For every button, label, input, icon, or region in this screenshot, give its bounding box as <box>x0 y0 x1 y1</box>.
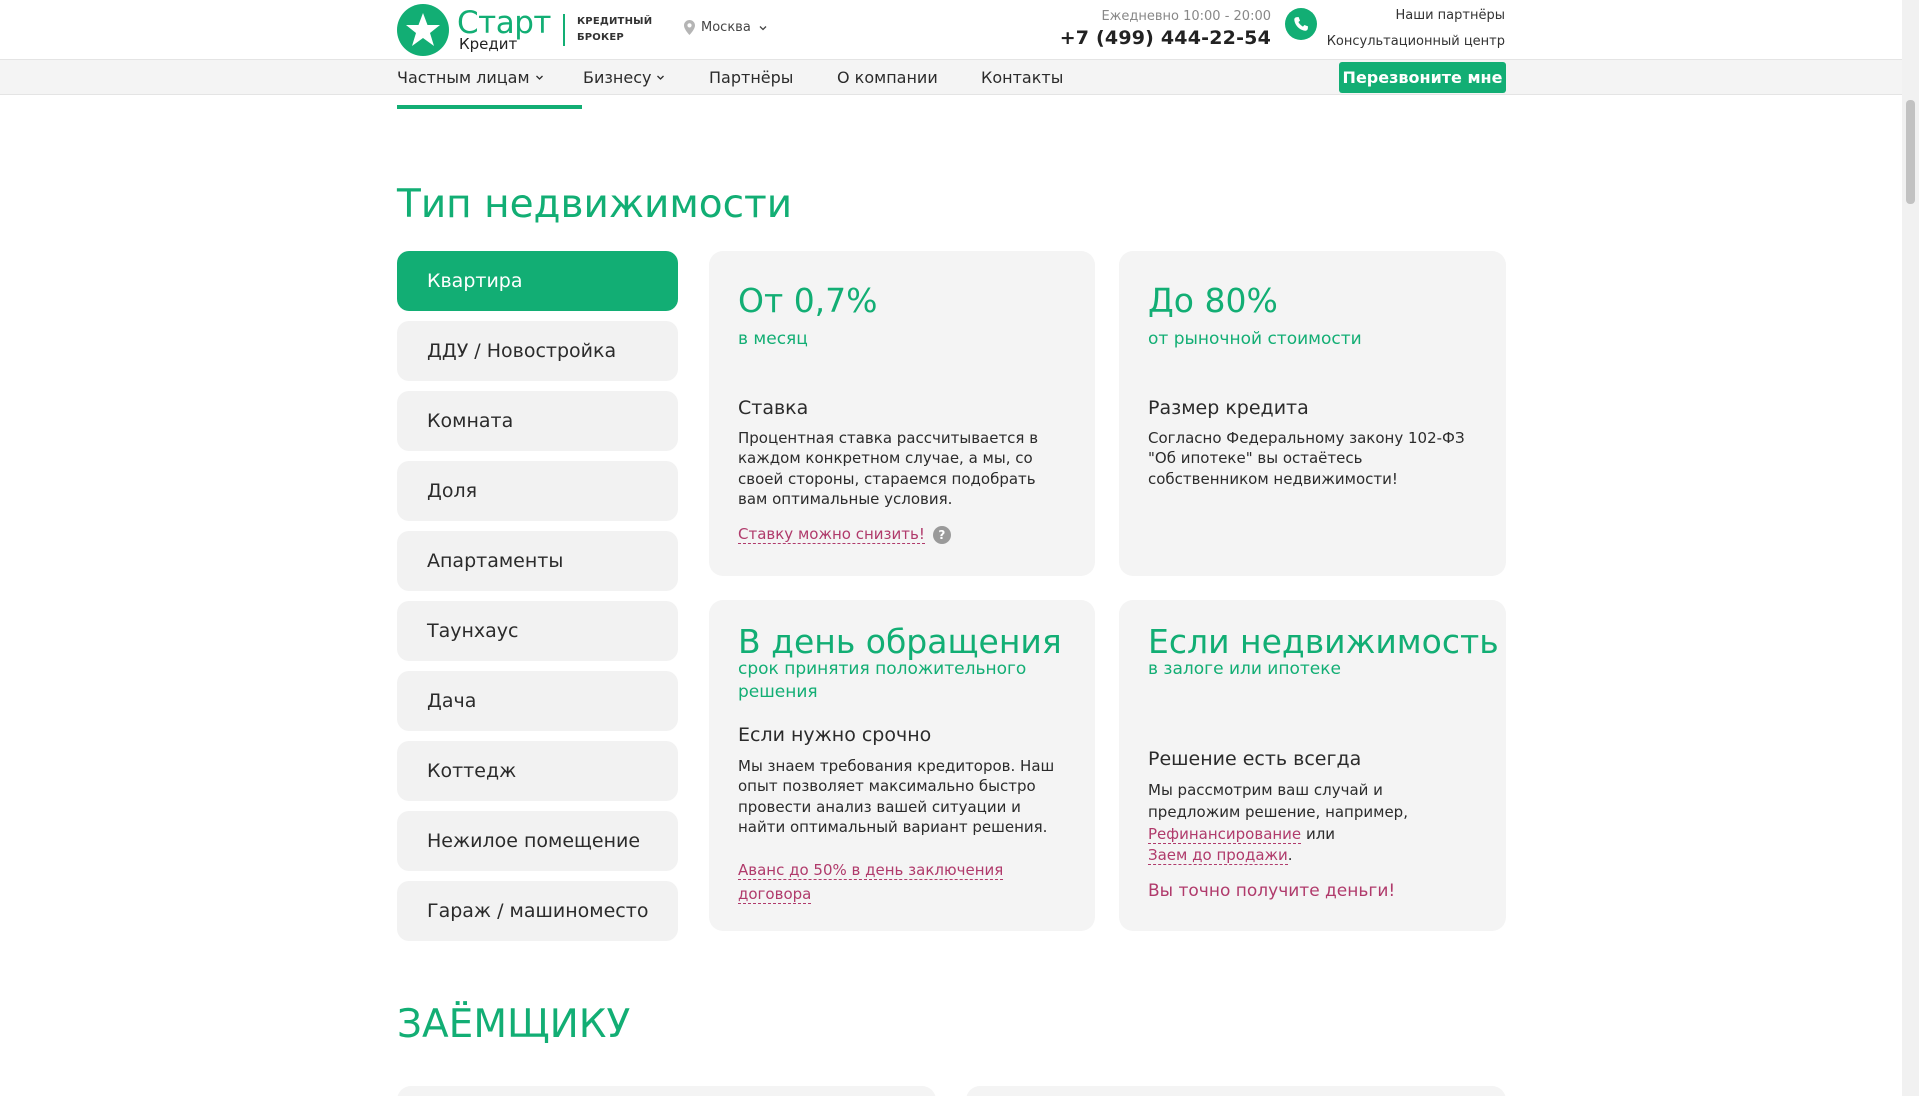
loan-size-sub: от рыночной стоимости <box>1148 329 1362 349</box>
star-logo-icon <box>397 4 449 56</box>
chevron-down-icon <box>657 75 665 80</box>
logo[interactable]: Старт Кредит КРЕДИТНЫЙ БРОКЕР <box>397 4 652 56</box>
urgent-description: Мы знаем требования кредиторов. Наш опыт… <box>738 757 1055 837</box>
logo-tagline: КРЕДИТНЫЙ БРОКЕР <box>576 16 653 43</box>
nav-item-business[interactable]: Бизнесу <box>583 68 665 87</box>
rate-period: в месяц <box>738 329 808 349</box>
property-type-title: Тип недвижимости <box>397 182 793 227</box>
decision-speed-value: В день обращения <box>738 622 1062 661</box>
type-item-room[interactable]: Комната <box>397 391 678 451</box>
nav-item-about[interactable]: О компании <box>837 68 938 87</box>
scrollbar-thumb[interactable] <box>1906 100 1915 204</box>
main-navigation: Частным лицам Бизнесу Партнёры О компани… <box>0 59 1902 95</box>
property-type-list: Квартира ДДУ / Новостройка Комната Доля … <box>397 251 678 951</box>
nav-item-partners[interactable]: Партнёры <box>709 68 793 87</box>
type-item-cottage[interactable]: Коттедж <box>397 741 678 801</box>
work-schedule: Ежедневно 10:00 - 20:00 <box>1101 9 1271 24</box>
type-item-new-building[interactable]: ДДУ / Новостройка <box>397 321 678 381</box>
type-item-commercial[interactable]: Нежилое помещение <box>397 811 678 871</box>
phone-number[interactable]: +7 (499) 444-22-54 <box>1040 27 1271 49</box>
type-item-apartments[interactable]: Апартаменты <box>397 531 678 591</box>
city-name: Москва <box>701 20 751 35</box>
chevron-down-icon <box>759 25 767 30</box>
nav-item-private[interactable]: Частным лицам <box>397 68 544 87</box>
borrower-card-left <box>397 1086 936 1096</box>
decision-speed-card: В день обращения срок принятия положител… <box>709 600 1095 931</box>
solution-heading: Решение есть всегда <box>1148 748 1362 770</box>
borrower-card-right <box>966 1086 1506 1096</box>
type-item-townhouse[interactable]: Таунхаус <box>397 601 678 661</box>
active-nav-indicator <box>397 105 582 109</box>
decision-speed-sub: срок принятия положительного решения <box>738 659 1027 702</box>
solution-description: Мы рассмотрим ваш случай и предложим реш… <box>1148 781 1408 866</box>
get-money-cta: Вы точно получите деньги! <box>1148 881 1396 901</box>
city-selector[interactable]: Москва <box>684 20 767 35</box>
logo-separator <box>562 14 565 46</box>
loan-size-description: Согласно Федеральному закону 102-ФЗ "Об … <box>1148 429 1465 488</box>
loan-size-heading: Размер кредита <box>1148 397 1309 419</box>
question-help-icon[interactable]: ? <box>932 525 951 544</box>
type-item-share[interactable]: Доля <box>397 461 678 521</box>
pledged-property-card: Если недвижимость в залоге или ипотеке Р… <box>1119 600 1506 931</box>
location-pin-icon <box>684 20 695 35</box>
our-partners-link[interactable]: Наши партнёры <box>1300 8 1505 23</box>
nav-item-contacts[interactable]: Контакты <box>981 68 1063 87</box>
loan-size-card: До 80% от рыночной стоимости Размер кред… <box>1119 251 1506 576</box>
pledged-property-sub: в залоге или ипотеке <box>1148 659 1341 679</box>
urgent-heading: Если нужно срочно <box>738 724 932 746</box>
loan-before-sale-link[interactable]: Заем до продажи <box>1148 846 1288 866</box>
loan-size-value: До 80% <box>1148 281 1278 320</box>
page-scrollbar[interactable] <box>1902 0 1919 1096</box>
rate-card: От 0,7% в месяц Ставка Процентная ставка… <box>709 251 1095 576</box>
pledged-property-value: Если недвижимость <box>1148 622 1499 661</box>
rate-value: От 0,7% <box>738 281 878 320</box>
borrower-title: ЗАЁМЩИКУ <box>397 1002 631 1047</box>
type-item-garage[interactable]: Гараж / машиноместо <box>397 881 678 941</box>
lower-rate-link[interactable]: Ставку можно снизить! <box>738 525 925 544</box>
rate-description: Процентная ставка рассчитывается в каждо… <box>738 429 1039 509</box>
site-header: Старт Кредит КРЕДИТНЫЙ БРОКЕР Москва Еже… <box>0 0 1902 59</box>
chevron-down-icon <box>535 75 543 80</box>
consulting-center-link[interactable]: Консультационный центр <box>1300 34 1505 49</box>
refinancing-link[interactable]: Рефинансирование <box>1148 824 1302 844</box>
type-item-dacha[interactable]: Дача <box>397 671 678 731</box>
callback-button[interactable]: Перезвоните мне <box>1339 62 1506 93</box>
type-item-apartment[interactable]: Квартира <box>397 251 678 311</box>
advance-link[interactable]: Аванс до 50% в день заключения договора <box>738 861 1004 904</box>
rate-heading: Ставка <box>738 397 809 419</box>
